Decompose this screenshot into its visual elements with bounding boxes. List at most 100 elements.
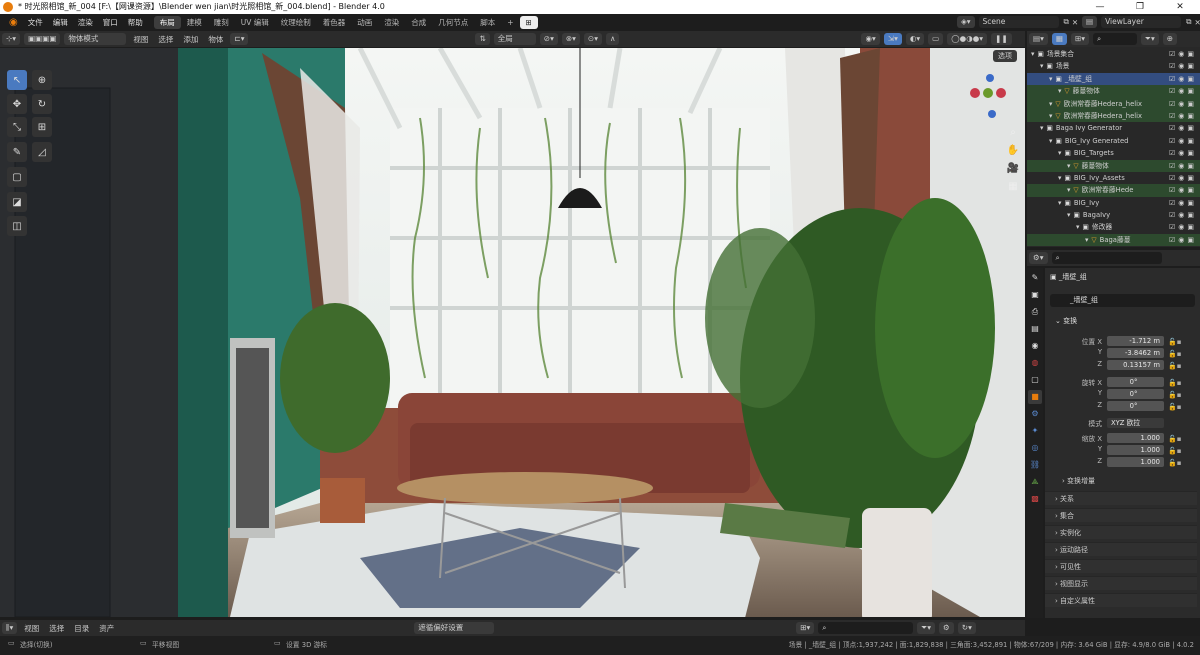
snap-icon[interactable]: ⊗▾ (561, 33, 580, 45)
minimize-button[interactable]: — (1080, 0, 1120, 14)
menu-view[interactable]: 视图 (128, 34, 153, 45)
tab-world-icon[interactable]: ◍ (1028, 356, 1042, 370)
expand-arrow-icon[interactable]: ▾ (1049, 137, 1052, 145)
expand-arrow-icon[interactable]: ▾ (1058, 87, 1061, 95)
outliner-row[interactable]: ▾ ▽ 藤蔓物体 ☑◉▣ (1027, 159, 1200, 172)
visibility-toggle-icons[interactable]: ☑◉▣ (1169, 160, 1197, 172)
viewlayer-name-field[interactable]: ViewLayer (1101, 16, 1182, 28)
add-cube-tool-icon[interactable]: ▢ (7, 167, 27, 187)
object-menu-icon[interactable]: ⊏▾ (230, 33, 249, 45)
tab-particles-icon[interactable]: ✦ (1028, 424, 1042, 438)
location-y-field[interactable]: -3.8462 m (1107, 348, 1164, 358)
falloff-icon[interactable]: ∧ (605, 33, 620, 45)
outliner-row[interactable]: ▾ ▽ 欧洲常春藤Hede ☑◉▣ (1027, 184, 1200, 197)
visibility-toggle-icons[interactable]: ☑◉▣ (1169, 135, 1197, 147)
expand-arrow-icon[interactable]: ▾ (1085, 236, 1088, 244)
tab-layout[interactable]: 布局 (153, 16, 181, 29)
properties-section-header[interactable]: › 可见性 (1045, 559, 1197, 573)
expand-arrow-icon[interactable]: ▾ (1049, 100, 1052, 108)
tab-output-icon[interactable]: ⎙ (1028, 305, 1042, 319)
tab-tool-icon[interactable]: ✎ (1028, 271, 1042, 285)
select-box-tool-icon[interactable]: ↖ (7, 70, 27, 90)
tab-texture-icon[interactable]: ▩ (1028, 492, 1042, 506)
properties-search-input[interactable]: ⌕ (1051, 252, 1162, 264)
timeline-menu-assets[interactable]: 资产 (94, 623, 119, 634)
visibility-toggle-icons[interactable]: ☑◉▣ (1169, 48, 1197, 60)
expand-arrow-icon[interactable]: ▾ (1067, 186, 1070, 194)
properties-section-header[interactable]: › 实例化 (1045, 525, 1197, 539)
shear-tool-icon[interactable]: ◪ (7, 192, 27, 212)
menu-window[interactable]: 窗口 (98, 17, 123, 28)
timeline-menu-view[interactable]: 视图 (19, 623, 44, 634)
pan-hand-icon[interactable]: ✋ (1006, 142, 1020, 160)
overlay-icon[interactable]: ◐▾ (905, 33, 925, 45)
gizmo-x-neg[interactable] (996, 88, 1006, 98)
visibility-toggle-icons[interactable]: ☑◉▣ (1169, 197, 1197, 209)
tab-collection-icon[interactable]: ▢ (1028, 373, 1042, 387)
expand-arrow-icon[interactable]: ▾ (1040, 62, 1043, 70)
expand-arrow-icon[interactable]: ▾ (1067, 211, 1070, 219)
outliner-search-input[interactable]: ⌕ (1093, 33, 1138, 45)
visibility-toggle-icons[interactable]: ☑◉▣ (1169, 98, 1197, 110)
tab-sculpting[interactable]: 雕刻 (208, 16, 235, 29)
scale-y-field[interactable]: 1.000 (1107, 445, 1164, 455)
outliner-row[interactable]: ▾ ▽ 欧洲常春藤Hedera_helix ☑◉▣ (1027, 109, 1200, 123)
menu-help[interactable]: 帮助 (123, 17, 148, 28)
visibility-toggle-icons[interactable]: ☑◉▣ (1169, 60, 1197, 72)
pivot-icon[interactable]: ⊘▾ (539, 33, 558, 45)
transform-orientation-dropdown[interactable]: 全局 (493, 33, 536, 45)
rotation-mode-dropdown[interactable]: XYZ 欧拉 (1107, 418, 1164, 428)
gizmo-x-axis[interactable] (970, 88, 980, 98)
visibility-toggle-icons[interactable]: ☑◉▣ (1169, 172, 1197, 184)
menu-select[interactable]: 选择 (153, 34, 178, 45)
menu-add[interactable]: 添加 (178, 34, 203, 45)
rotation-x-field[interactable]: 0° (1107, 377, 1164, 387)
outliner-row[interactable]: ▾ ▽ 欧洲常春藤Hedera_helix ☑◉▣ (1027, 97, 1200, 110)
menu-file[interactable]: 文件 (23, 17, 48, 28)
editor-type-icon[interactable]: ⊹▾ (2, 33, 21, 45)
properties-section-header[interactable]: › 视图显示 (1045, 576, 1197, 590)
menu-object[interactable]: 物体 (203, 34, 228, 45)
pause-icon[interactable]: ❚❚ (991, 33, 1012, 45)
new-collection-icon[interactable]: ⊕ (1162, 33, 1178, 45)
tab-scene-icon[interactable]: ◉ (1028, 339, 1042, 353)
outliner-row[interactable]: ▾ ▣ BIG_Ivy Generated ☑◉▣ (1027, 135, 1200, 147)
tab-view-layer-icon[interactable]: ▤ (1028, 322, 1042, 336)
viewport-options-button[interactable]: 选项 (993, 50, 1017, 62)
expand-arrow-icon[interactable]: ▾ (1067, 162, 1070, 170)
lock-icon[interactable]: 🔓▪ (1168, 377, 1181, 389)
asset-filter-icon[interactable]: ⏷▾ (917, 622, 936, 634)
visibility-toggle-icons[interactable]: ☑◉▣ (1169, 209, 1197, 221)
transform-tool-icon[interactable]: ⊞ (32, 117, 52, 137)
outliner-row[interactable]: ▾ ▣ _墙壁_组 ☑◉▣ (1027, 72, 1200, 86)
filter-icon[interactable]: ⊞▾ (796, 622, 815, 634)
visibility-toggle-icons[interactable]: ☑◉▣ (1169, 110, 1197, 122)
mode-dropdown[interactable]: 物体模式 (64, 33, 127, 45)
location-x-field[interactable]: -1.712 m (1107, 336, 1164, 346)
outliner-row[interactable]: ▾ ▽ 藤蔓物体 ☑◉▣ (1027, 85, 1200, 98)
rotate-tool-icon[interactable]: ↻ (32, 94, 52, 114)
scene-icon[interactable]: ◈▾ (957, 16, 975, 28)
rotation-y-field[interactable]: 0° (1107, 389, 1164, 399)
visibility-toggle-icons[interactable]: ☑◉▣ (1169, 122, 1197, 134)
location-z-field[interactable]: 0.13157 m (1107, 360, 1164, 370)
gizmo-z-neg[interactable] (988, 110, 996, 118)
copy-scene-icon[interactable]: ⧉ (1064, 17, 1069, 27)
scene-name-field[interactable]: Scene (978, 16, 1059, 28)
timeline-menu-select[interactable]: 选择 (44, 623, 69, 634)
expand-arrow-icon[interactable]: ▾ (1076, 223, 1079, 231)
gizmo-z-axis[interactable] (986, 74, 994, 82)
outliner-row[interactable]: ▾ ▣ BIG_Ivy_Assets ☑◉▣ (1027, 172, 1200, 184)
proportional-edit-icon[interactable]: ⊙▾ (583, 33, 602, 45)
extrude-tool-icon[interactable]: ◫ (7, 216, 27, 236)
add-workspace-icon[interactable]: + (501, 16, 519, 29)
lock-icon[interactable]: 🔓▪ (1168, 433, 1181, 445)
delete-scene-icon[interactable]: ✕ (1072, 18, 1078, 27)
properties-section-header[interactable]: › 关系 (1045, 491, 1197, 505)
visibility-toggle-icons[interactable]: ☑◉▣ (1169, 221, 1197, 233)
tab-physics-icon[interactable]: ◎ (1028, 441, 1042, 455)
tab-geometry-nodes[interactable]: 几何节点 (432, 16, 474, 29)
expand-arrow-icon[interactable]: ▾ (1058, 174, 1061, 182)
scale-x-field[interactable]: 1.000 (1107, 433, 1164, 443)
properties-section-header[interactable]: › 运动路径 (1045, 542, 1197, 556)
